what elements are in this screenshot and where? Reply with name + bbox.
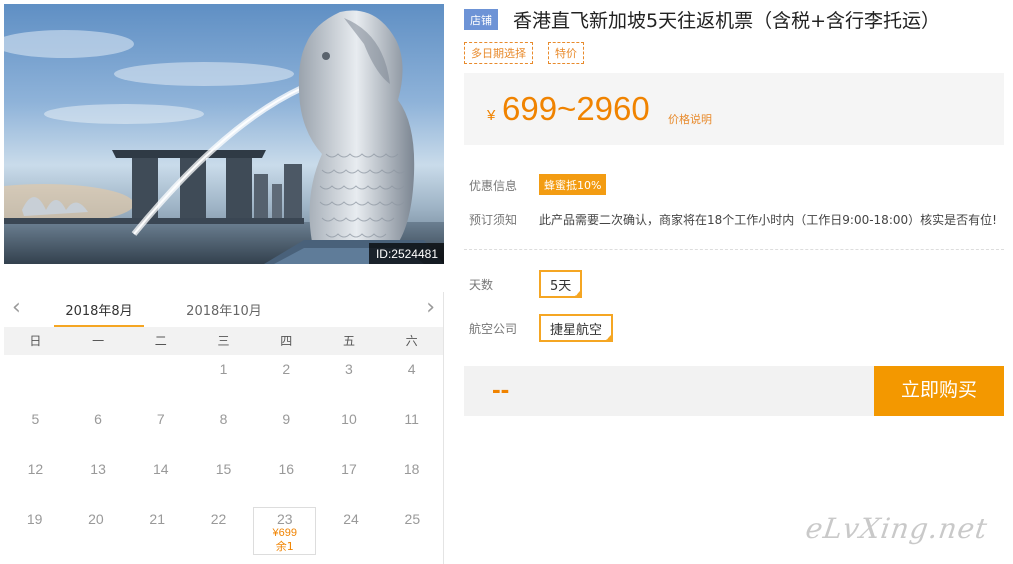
- weekday-label: 二: [154, 334, 167, 348]
- days-option-5[interactable]: 5天 ✓: [539, 270, 583, 298]
- calendar-day: 22: [210, 511, 227, 527]
- calendar-day: 24: [343, 511, 359, 527]
- booking-notice-text: 此产品需要二次确认，商家将在18个工作小时内（工作日9:00-18:00）核实是…: [539, 213, 997, 227]
- calendar-day: 16: [278, 461, 295, 477]
- calendar-day: 17: [341, 461, 357, 477]
- tab-month-october[interactable]: 2018年10月: [179, 300, 269, 319]
- calendar-day: 9: [282, 411, 291, 427]
- calendar-week-row: 1 2 3 4: [4, 355, 443, 405]
- calendar-day: 13: [90, 461, 106, 477]
- site-watermark: eLvXing.net: [803, 512, 990, 545]
- calendar-day-available[interactable]: 23 ¥699 余1: [253, 507, 317, 555]
- calendar-day: 7: [156, 411, 165, 427]
- date-calendar: ‹ 2018年8月 2018年10月 › 日 一 二 三 四 五 六 1 2 3…: [4, 292, 444, 564]
- check-icon: ✓: [574, 290, 581, 298]
- weekday-label: 六: [405, 334, 418, 348]
- calendar-day-number: 23: [276, 511, 293, 527]
- calendar-day: 10: [341, 411, 357, 427]
- weekday-label: 四: [280, 334, 293, 348]
- check-icon: ✓: [605, 334, 612, 342]
- tag-special-price: 特价: [548, 42, 584, 64]
- calendar-day: 15: [215, 461, 232, 477]
- weekday-label: 一: [92, 334, 105, 348]
- calendar-day: 4: [407, 361, 416, 377]
- calendar-day: 8: [219, 411, 228, 427]
- calendar-week-row: 5 6 7 8 9 10 11: [4, 405, 443, 455]
- chevron-left-icon[interactable]: ‹: [12, 297, 21, 319]
- total-price: --: [492, 374, 510, 404]
- product-title: 香港直飞新加坡5天往返机票（含税+含行李托运）: [513, 10, 941, 32]
- calendar-day-empty: [4, 355, 67, 405]
- calendar-day: 3: [345, 361, 353, 377]
- image-id-label: ID:2524481: [368, 243, 444, 264]
- days-option-label: 5天: [550, 279, 572, 294]
- promo-badge: 蜂蜜抵10%: [539, 174, 607, 195]
- tab-month-august[interactable]: 2018年8月: [54, 300, 144, 319]
- calendar-day: 5: [31, 411, 40, 427]
- calendar-day-empty: [67, 355, 130, 405]
- calendar-week-row: 12 13 14 15 16 17 18: [4, 455, 443, 505]
- calendar-week-row: 19 20 21 22 23 ¥699 余1 24 25: [4, 505, 443, 555]
- calendar-day: 25: [404, 511, 421, 527]
- airline-option-jetstar[interactable]: 捷星航空 ✓: [539, 314, 614, 342]
- calendar-day: 18: [403, 461, 420, 477]
- currency-symbol: ¥: [487, 107, 496, 124]
- chevron-right-icon[interactable]: ›: [426, 297, 435, 319]
- active-tab-indicator: [54, 325, 144, 327]
- weekday-label: 五: [342, 334, 355, 348]
- booking-notice-label: 预订须知: [469, 213, 518, 227]
- price-panel: ¥ 699~2960 价格说明: [464, 73, 1004, 145]
- product-hero-image: ID:2524481: [4, 4, 444, 264]
- calendar-day-price: ¥699: [272, 527, 297, 539]
- calendar-day: 1: [219, 361, 228, 377]
- weekday-header: 日 一 二 三 四 五 六: [4, 327, 443, 355]
- calendar-day: 6: [94, 411, 102, 427]
- days-label: 天数: [469, 278, 494, 292]
- calendar-nav: ‹ 2018年8月 2018年10月 ›: [4, 292, 443, 327]
- airline-label: 航空公司: [469, 322, 518, 336]
- merlion-skyline-illustration: [4, 10, 444, 264]
- price-range: 699~2960: [502, 90, 650, 127]
- calendar-day: 2: [282, 361, 291, 377]
- calendar-day: 19: [26, 511, 43, 527]
- purchase-bar: -- 立即购买: [464, 366, 1004, 416]
- calendar-day-empty: [129, 355, 192, 405]
- airline-option-label: 捷星航空: [550, 323, 603, 338]
- weekday-label: 三: [217, 334, 230, 348]
- section-divider: [464, 249, 1004, 250]
- calendar-day: 14: [153, 461, 169, 477]
- calendar-day: 21: [149, 511, 165, 527]
- shop-badge[interactable]: 店铺: [464, 9, 498, 30]
- buy-now-button[interactable]: 立即购买: [874, 366, 1004, 416]
- calendar-day: 11: [404, 411, 419, 427]
- tag-multi-date: 多日期选择: [464, 42, 533, 64]
- weekday-label: 日: [29, 334, 42, 348]
- price-explanation-link[interactable]: 价格说明: [668, 111, 712, 127]
- calendar-day: 12: [27, 461, 44, 477]
- calendar-day-stock: 余1: [275, 540, 294, 553]
- promo-label: 优惠信息: [469, 179, 518, 193]
- calendar-day: 20: [88, 511, 104, 527]
